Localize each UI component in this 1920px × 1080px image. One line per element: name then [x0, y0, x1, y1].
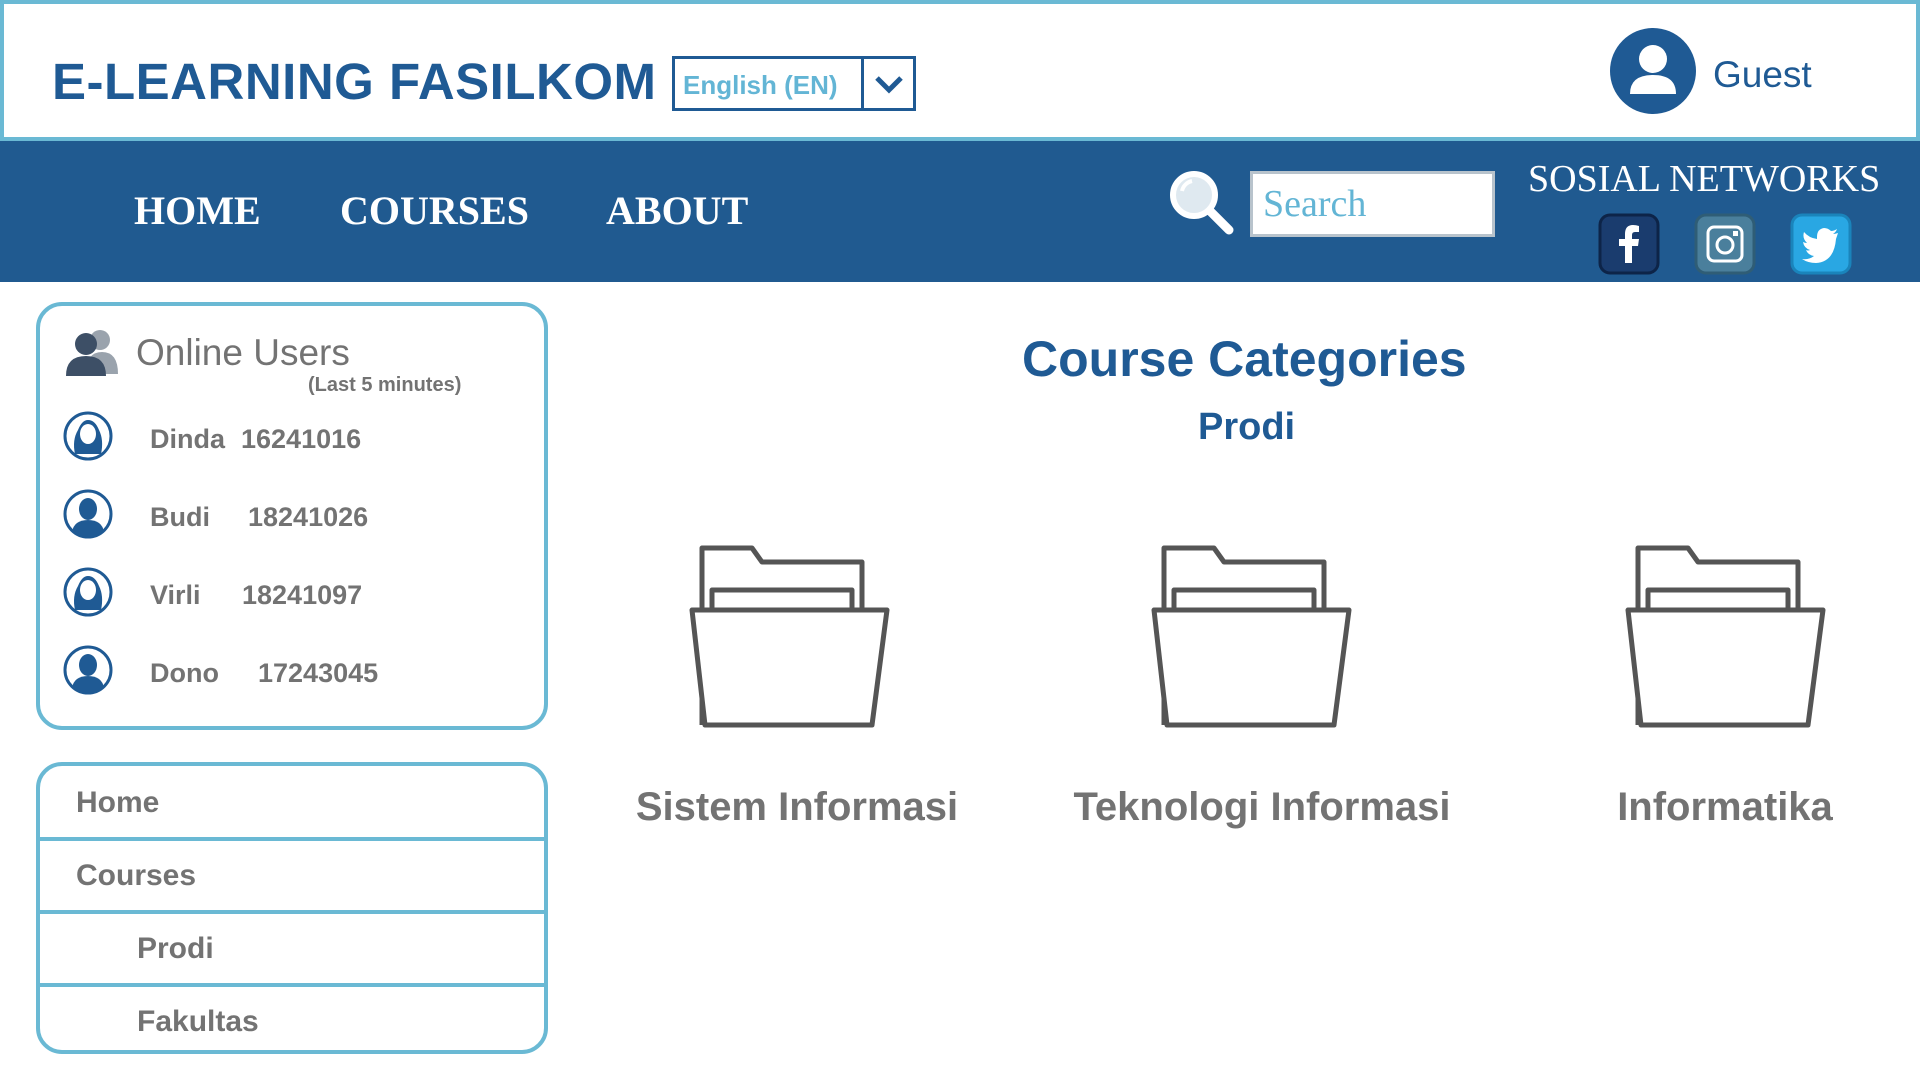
online-user-name: Virli: [150, 580, 201, 610]
online-user-name: Dinda: [150, 424, 226, 454]
online-user-row[interactable]: Virli 18241097: [62, 566, 522, 622]
online-user-name: Dono: [150, 658, 219, 688]
category-label: Teknologi Informasi: [1073, 785, 1451, 829]
user-avatar-icon: [1610, 28, 1696, 114]
social-networks-title: SOSIAL NETWORKS: [1528, 158, 1881, 200]
language-select[interactable]: English (EN): [672, 56, 916, 111]
side-menu-courses[interactable]: Courses: [40, 839, 544, 912]
page-title: Course Categories: [1022, 331, 1467, 387]
search-icon[interactable]: [1166, 167, 1236, 237]
folder-icon: [1625, 545, 1826, 728]
category-label: Informatika: [1617, 785, 1833, 829]
side-menu-label: Fakultas: [137, 1005, 259, 1038]
instagram-icon[interactable]: [1694, 213, 1756, 275]
online-user-id: 17243045: [258, 658, 379, 688]
category-card-informatika[interactable]: Informatika: [1515, 540, 1920, 850]
side-menu-fakultas[interactable]: Fakultas: [40, 985, 544, 1050]
category-label: Sistem Informasi: [635, 785, 959, 829]
users-group-icon: [66, 330, 118, 376]
side-menu-prodi[interactable]: Prodi: [40, 912, 544, 985]
online-user-row[interactable]: Budi 18241026: [62, 488, 522, 544]
user-female-icon: [63, 411, 113, 461]
online-user-name: Budi: [150, 502, 210, 532]
online-user-row[interactable]: Dinda 16241016: [62, 410, 522, 466]
user-male-icon: [63, 489, 113, 539]
online-users-subtitle: (Last 5 minutes): [308, 374, 462, 396]
language-value: English (EN): [683, 70, 838, 100]
nav-about[interactable]: ABOUT: [606, 187, 748, 234]
side-menu-label: Courses: [76, 859, 197, 892]
side-menu-home[interactable]: Home: [40, 766, 544, 839]
online-users-title: Online Users: [136, 332, 350, 373]
header: E-LEARNING FASILKOM English (EN) Guest: [0, 0, 1920, 141]
nav-home[interactable]: HOME: [134, 187, 261, 234]
chevron-down-icon[interactable]: [861, 59, 913, 108]
side-menu: Home Courses Prodi Fakultas: [36, 762, 548, 1054]
category-card-sistem-informasi[interactable]: Sistem Informasi: [587, 540, 1007, 850]
folder-icon: [689, 545, 890, 728]
folder-icon: [1151, 545, 1352, 728]
twitter-icon[interactable]: [1790, 213, 1852, 275]
side-menu-label: Home: [76, 786, 160, 819]
side-menu-label: Prodi: [137, 932, 214, 965]
search-input[interactable]: [1250, 171, 1495, 237]
user-female-icon: [63, 567, 113, 617]
online-users-panel: Online Users (Last 5 minutes) Dinda 1624…: [36, 302, 548, 730]
online-user-row[interactable]: Dono 17243045: [62, 644, 522, 700]
site-logo[interactable]: E-LEARNING FASILKOM: [52, 52, 657, 111]
nav-courses[interactable]: COURSES: [340, 187, 529, 234]
facebook-icon[interactable]: [1598, 213, 1660, 275]
page-subtitle: Prodi: [1198, 406, 1296, 448]
user-male-icon: [63, 645, 113, 695]
category-card-teknologi-informasi[interactable]: Teknologi Informasi: [1052, 540, 1472, 850]
user-name: Guest: [1713, 54, 1812, 95]
navbar: HOME COURSES ABOUT SOSIAL NETWORKS: [0, 141, 1920, 282]
online-user-id: 18241026: [248, 502, 369, 532]
online-user-id: 16241016: [241, 424, 362, 454]
online-user-id: 18241097: [242, 580, 363, 610]
